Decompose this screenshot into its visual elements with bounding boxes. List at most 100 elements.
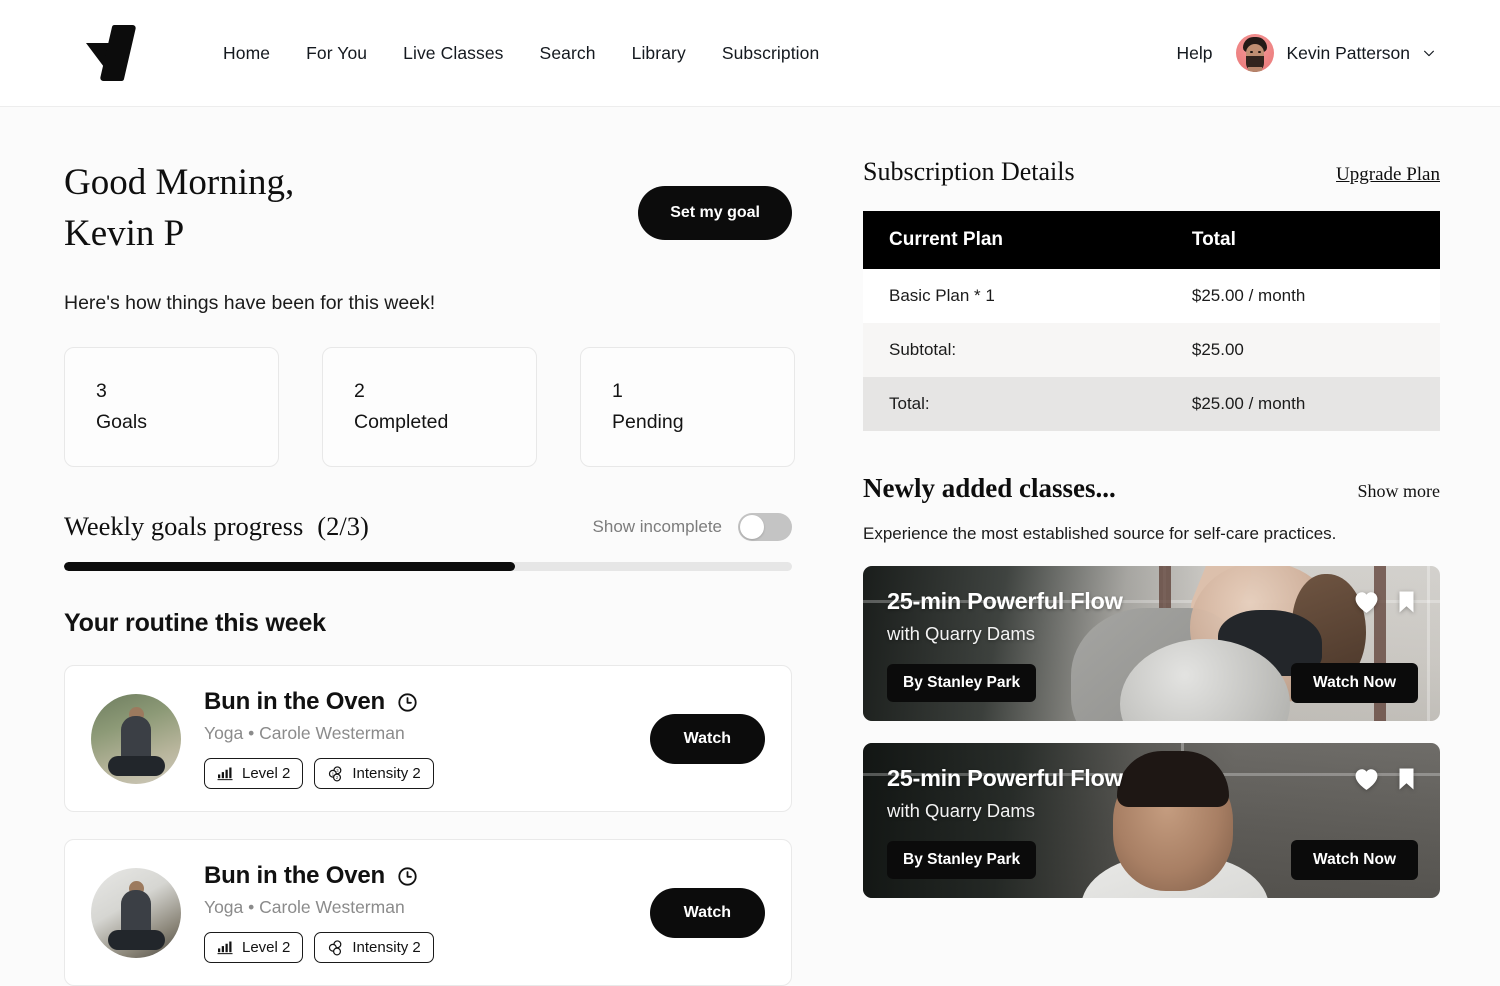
intensity-icon: 3 1 2 [329,765,342,781]
avatar-neck-shape [1248,67,1263,72]
nav-item-live-classes[interactable]: Live Classes [403,43,503,64]
upgrade-plan-link[interactable]: Upgrade Plan [1336,164,1440,186]
class-card-overlay: 25-min Powerful Flow with Quarry Dams By… [863,566,1440,721]
newly-added-title: Newly added classes... [863,473,1116,503]
stat-card-goals[interactable]: 3 Goals [64,347,279,467]
thumbnail-figure-body-shape [121,889,151,936]
thumbnail-figure-legs-shape [108,929,165,950]
class-card-overlay: 25-min Powerful Flow with Quarry Dams By… [863,743,1440,898]
routine-chips: Level 2 3 1 2 Intensity 2 [204,758,627,789]
stat-label: Completed [354,411,449,433]
watch-now-button[interactable]: Watch Now [1291,840,1418,880]
routine-title: Bun in the Oven [204,862,386,889]
stat-label: Pending [612,411,684,433]
routine-thumbnail [91,867,181,958]
class-card-title: 25-min Powerful Flow [887,765,1123,791]
stat-card-pending[interactable]: 1 Pending [580,347,795,467]
level-chip[interactable]: Level 2 [204,758,304,789]
routine-card-body: Bun in the Oven Yoga • Carole Westerman [204,862,627,963]
table-row: Basic Plan * 1 $25.00 / month [863,269,1440,323]
routine-subtitle: Yoga • Carole Westerman [204,897,405,917]
user-menu[interactable]: Kevin Patterson [1236,34,1436,72]
left-column: Good Morning, Kevin P Set my goal Here's… [0,107,832,986]
nav-item-home[interactable]: Home [223,43,270,64]
stat-value: 3 [96,380,107,402]
subscription-table: Current Plan Total Basic Plan * 1 $25.00… [863,211,1440,431]
level-chip-label: Level 2 [242,939,291,956]
routine-chips: Level 2 Intensity 2 [204,932,627,963]
class-card[interactable]: 25-min Powerful Flow with Quarry Dams By… [863,743,1440,898]
routine-card[interactable]: Bun in the Oven Yoga • Carole Westerman [64,839,792,986]
routine-subtitle: Yoga • Carole Westerman [204,723,405,743]
clock-icon [398,692,417,712]
stat-card-completed[interactable]: 2 Completed [322,347,537,467]
header-right-group: Help Kevin Patterson [1176,34,1436,72]
watch-now-button[interactable]: Watch Now [1291,663,1418,703]
show-more-link[interactable]: Show more [1358,481,1441,502]
thumbnail-figure-legs-shape [108,755,165,776]
greeting-subtitle: Here's how things have been for this wee… [64,292,436,314]
nav-item-subscription[interactable]: Subscription [722,43,820,64]
main-navigation: Home For You Live Classes Search Library… [223,43,819,64]
routine-card[interactable]: Bun in the Oven Yoga • Carole Westerman [64,665,792,812]
routine-section-title: Your routine this week [64,609,326,637]
intensity-chip[interactable]: 3 1 2 Intensity 2 [314,758,434,789]
svg-text:3: 3 [337,768,340,773]
nav-item-search[interactable]: Search [540,43,596,64]
level-bars-icon [217,767,233,781]
top-header: Home For You Live Classes Search Library… [0,0,1500,107]
class-card-instructor: with Quarry Dams [887,800,1036,821]
stat-label: Goals [96,411,147,433]
row-key: Subtotal: [863,323,1192,377]
progress-fill [64,562,516,571]
newly-added-subtitle: Experience the most established source f… [863,524,1337,543]
class-card-author-badge: By Stanley Park [887,841,1037,879]
set-my-goal-button[interactable]: Set my goal [638,186,792,240]
weekly-goals-count: (2/3) [317,511,369,541]
nav-item-for-you[interactable]: For You [306,43,367,64]
routine-thumbnail [91,693,181,784]
weekly-goals-progress-bar [64,562,792,571]
stat-value: 2 [354,380,365,402]
weekly-goals-header: Weekly goals progress (2/3) Show incompl… [64,511,792,542]
watch-button[interactable]: Watch [649,713,765,764]
intensity-icon [329,939,342,955]
show-incomplete-group: Show incomplete [592,512,792,541]
right-column: Subscription Details Upgrade Plan Curren… [832,107,1500,898]
class-card-title: 25-min Powerful Flow [887,588,1123,614]
chevron-down-icon[interactable] [1422,46,1436,60]
brand-logo-icon[interactable] [84,22,146,84]
show-incomplete-label: Show incomplete [592,516,722,536]
class-card-author-badge: By Stanley Park [887,664,1037,702]
routine-title-row: Bun in the Oven [204,688,627,716]
user-name-label: Kevin Patterson [1286,42,1410,63]
stat-value: 1 [612,380,623,402]
greeting-line-2: Kevin P [64,213,185,254]
greeting-row: Good Morning, Kevin P Set my goal [64,157,792,259]
subscription-title: Subscription Details [863,157,1075,186]
thumbnail-figure-body-shape [121,715,151,762]
class-card-footer: By Stanley Park Watch Now [887,663,1418,703]
page-title: Good Morning, Kevin P [64,157,294,259]
row-value: $25.00 / month [1191,377,1440,431]
class-card[interactable]: 25-min Powerful Flow with Quarry Dams By… [863,566,1440,721]
level-chip[interactable]: Level 2 [204,932,304,963]
row-key: Basic Plan * 1 [863,269,1192,323]
column-header-current-plan: Current Plan [863,211,1192,269]
level-bars-icon [217,941,233,955]
nav-item-library[interactable]: Library [632,43,686,64]
routine-card-body: Bun in the Oven Yoga • Carole Westerman [204,688,627,789]
show-incomplete-toggle[interactable] [738,512,792,541]
help-link[interactable]: Help [1176,43,1212,64]
level-chip-label: Level 2 [242,765,291,782]
subscription-header: Subscription Details Upgrade Plan [863,157,1440,187]
clock-icon [398,866,417,886]
main-content: Good Morning, Kevin P Set my goal Here's… [0,107,1500,986]
stats-row: 3 Goals 2 Completed 1 Pending [64,347,832,467]
table-row: Total: $25.00 / month [863,377,1440,431]
class-card-footer: By Stanley Park Watch Now [887,840,1418,880]
watch-button[interactable]: Watch [649,887,765,938]
intensity-chip[interactable]: Intensity 2 [314,932,434,963]
table-row: Subtotal: $25.00 [863,323,1440,377]
row-value: $25.00 / month [1191,269,1440,323]
